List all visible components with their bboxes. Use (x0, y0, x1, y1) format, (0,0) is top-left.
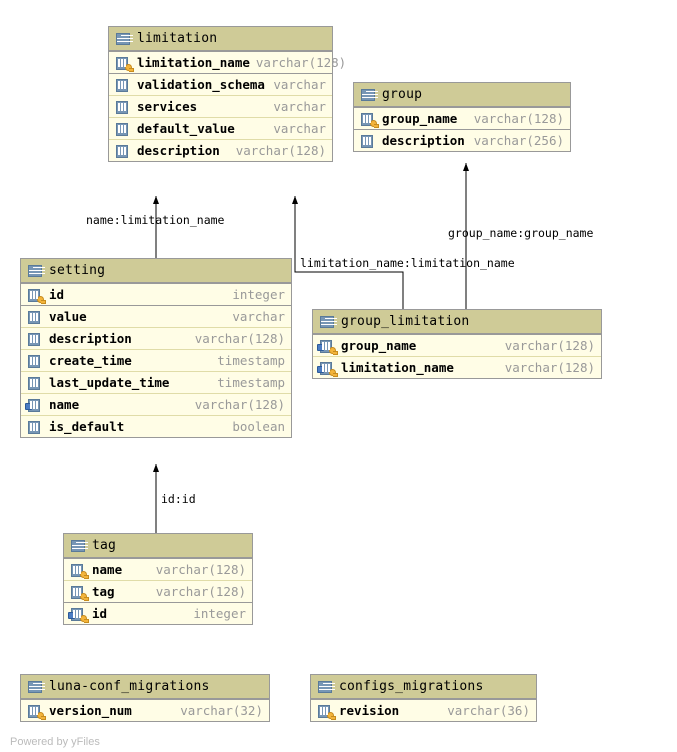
pk-column-icon (27, 288, 43, 302)
edge-label: id:id (161, 492, 196, 506)
entity-title: tag (92, 538, 116, 553)
pk-fk-column-icon (70, 607, 86, 621)
pk-column-icon (70, 563, 86, 577)
entity-title: group_limitation (341, 314, 469, 329)
table-row: description varchar(128) (21, 327, 291, 349)
entity-header: tag (64, 534, 252, 558)
table-row: value varchar (21, 305, 291, 327)
table-row: is_default boolean (21, 415, 291, 437)
table-icon (115, 32, 131, 46)
entity-header: group (354, 83, 570, 107)
column-icon (360, 134, 376, 148)
table-row: services varchar (109, 95, 332, 117)
column-icon (27, 376, 43, 390)
column-icon (115, 144, 131, 158)
pk-column-icon (317, 704, 333, 718)
pk-column-icon (360, 112, 376, 126)
entity-title: configs_migrations (339, 679, 483, 694)
table-row: description varchar(256) (354, 129, 570, 151)
entity-header: limitation (109, 27, 332, 51)
column-icon (115, 122, 131, 136)
table-row: id integer (64, 602, 252, 624)
table-row: name varchar(128) (64, 558, 252, 580)
table-row: tag varchar(128) (64, 580, 252, 602)
entity-configs-migrations: configs_migrations revision varchar(36) (310, 674, 537, 722)
table-row: limitation_name varchar(128) (109, 51, 332, 73)
entity-title: setting (49, 263, 105, 278)
entity-group: group group_name varchar(128) descriptio… (353, 82, 571, 152)
table-row: validation_schema varchar (109, 73, 332, 95)
entity-title: group (382, 87, 422, 102)
column-icon (115, 100, 131, 114)
table-row: group_name varchar(128) (354, 107, 570, 129)
column-icon (27, 354, 43, 368)
entity-group-limitation: group_limitation group_name varchar(128)… (312, 309, 602, 379)
pk-fk-column-icon (319, 361, 335, 375)
entity-tag: tag name varchar(128) tag varchar(128) i… (63, 533, 253, 625)
table-row: last_update_time timestamp (21, 371, 291, 393)
column-icon (27, 332, 43, 346)
table-icon (319, 315, 335, 329)
edge-label: name:limitation_name (86, 213, 224, 227)
table-row: name varchar(128) (21, 393, 291, 415)
table-row: create_time timestamp (21, 349, 291, 371)
entity-limitation: limitation limitation_name varchar(128) … (108, 26, 333, 162)
table-row: version_num varchar(32) (21, 699, 269, 721)
table-row: limitation_name varchar(128) (313, 356, 601, 378)
entity-header: configs_migrations (311, 675, 536, 699)
table-icon (27, 264, 43, 278)
table-row: revision varchar(36) (311, 699, 536, 721)
fk-column-icon (27, 398, 43, 412)
entity-setting: setting id integer value varchar descrip… (20, 258, 292, 438)
entity-title: limitation (137, 31, 217, 46)
column-icon (27, 310, 43, 324)
entity-header: luna-conf_migrations (21, 675, 269, 699)
table-icon (360, 88, 376, 102)
pk-column-icon (27, 704, 43, 718)
edge-label: group_name:group_name (448, 226, 593, 240)
table-row: group_name varchar(128) (313, 334, 601, 356)
pk-fk-column-icon (319, 339, 335, 353)
table-row: id integer (21, 283, 291, 305)
column-icon (27, 420, 43, 434)
footer-credit: Powered by yFiles (10, 736, 100, 748)
table-icon (27, 680, 43, 694)
entity-header: group_limitation (313, 310, 601, 334)
table-row: description varchar(128) (109, 139, 332, 161)
column-icon (115, 78, 131, 92)
edge-label: limitation_name:limitation_name (300, 256, 515, 270)
pk-column-icon (115, 56, 131, 70)
table-icon (70, 539, 86, 553)
pk-column-icon (70, 585, 86, 599)
entity-luna-conf-migrations: luna-conf_migrations version_num varchar… (20, 674, 270, 722)
entity-title: luna-conf_migrations (49, 679, 210, 694)
table-row: default_value varchar (109, 117, 332, 139)
entity-header: setting (21, 259, 291, 283)
table-icon (317, 680, 333, 694)
